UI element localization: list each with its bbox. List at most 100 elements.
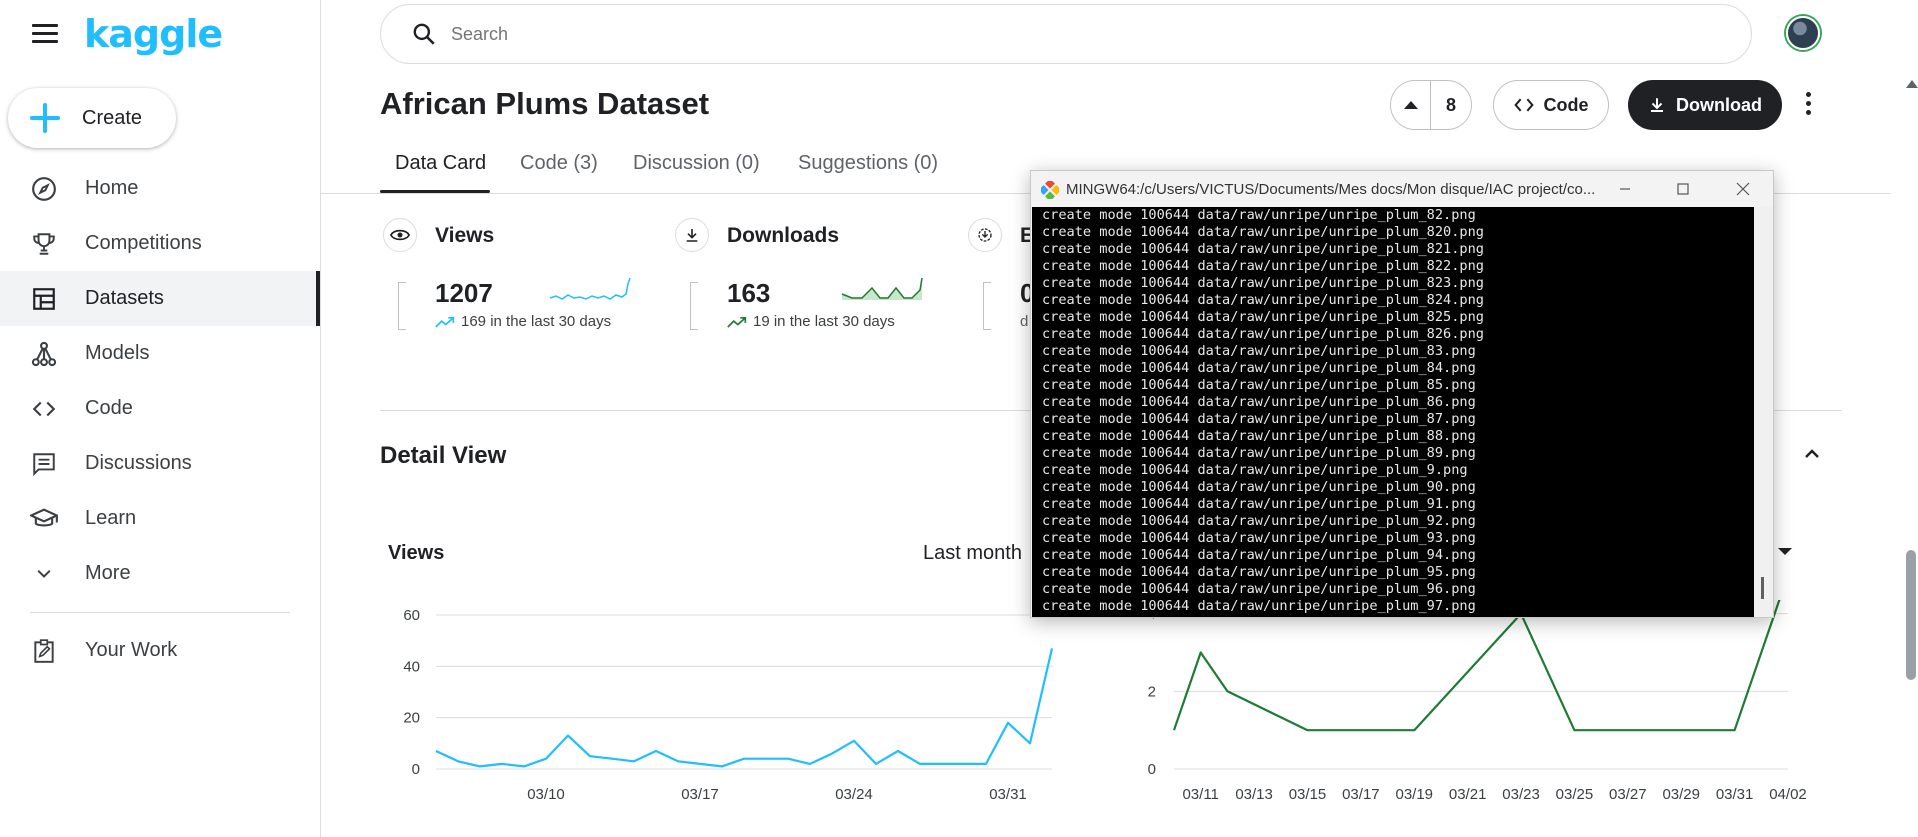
sidebar-item-datasets[interactable]: Datasets: [0, 271, 320, 326]
tab-suggestions[interactable]: Suggestions (0): [798, 152, 938, 175]
y-tick-label: 0: [412, 761, 420, 778]
views-recent: 169 in the last 30 days: [435, 313, 611, 330]
terminal-line: create mode 100644 data/raw/unripe/unrip…: [1042, 598, 1476, 614]
x-tick-label: 03/17: [1342, 786, 1380, 803]
terminal-titlebar[interactable]: MINGW64:/c/Users/VICTUS/Documents/Mes do…: [1031, 171, 1773, 207]
x-tick-label: 03/11: [1182, 786, 1218, 803]
create-label: Create: [82, 106, 143, 129]
terminal-line: create mode 100644 data/raw/unripe/unrip…: [1042, 258, 1484, 274]
code-icon: [1513, 98, 1534, 112]
detail-view-title: Detail View: [380, 442, 507, 469]
school-icon: [30, 505, 58, 533]
x-tick-label: 03/17: [681, 786, 719, 803]
views-total: 1207: [435, 278, 493, 308]
page-scrollbar-thumb[interactable]: [1906, 550, 1916, 680]
tab-discussion[interactable]: Discussion (0): [633, 152, 760, 175]
x-tick-label: 03/24: [835, 786, 873, 803]
terminal-line: create mode 100644 data/raw/unripe/unrip…: [1042, 428, 1476, 444]
sidebar-item-your-work[interactable]: Your Work: [0, 623, 320, 678]
git-icon: [1041, 181, 1059, 199]
upvote-count: 8: [1445, 94, 1456, 115]
menu-icon[interactable]: [32, 24, 58, 44]
sidebar-item-competitions[interactable]: Competitions: [0, 216, 320, 271]
y-tick-label: 20: [403, 710, 420, 727]
downloads-stat-title: Downloads: [727, 224, 840, 247]
x-tick-label: 03/31: [1716, 786, 1754, 803]
sidebar-item-learn[interactable]: Learn: [0, 491, 320, 546]
series-line: [1172, 600, 1781, 732]
upvote-widget[interactable]: 8: [1390, 80, 1472, 130]
terminal-line: create mode 100644 data/raw/unripe/unrip…: [1042, 207, 1476, 223]
search-icon: [413, 23, 435, 45]
sidebar-item-code[interactable]: Code: [0, 381, 320, 436]
maximize-icon[interactable]: [1673, 179, 1693, 199]
y-tick-label: 0: [1148, 761, 1156, 778]
views-stat-title: Views: [435, 224, 495, 247]
more-options-icon[interactable]: [1806, 92, 1814, 118]
sidebar-item-models[interactable]: Models: [0, 326, 320, 381]
minimize-icon[interactable]: [1615, 179, 1635, 199]
x-tick-label: 03/21: [1449, 786, 1487, 803]
terminal-scrollbar-thumb[interactable]: [1761, 577, 1764, 599]
close-icon[interactable]: [1733, 179, 1753, 199]
download-button[interactable]: Download: [1628, 80, 1782, 130]
x-tick-label: 03/10: [527, 786, 565, 803]
terminal-output[interactable]: create mode 100644 data/raw/unripe/unrip…: [1032, 207, 1754, 617]
terminal-line: create mode 100644 data/raw/unripe/unrip…: [1042, 326, 1484, 342]
dropdown-arrow-icon[interactable]: [1778, 548, 1792, 555]
downloads-total: 163: [727, 278, 771, 308]
engagement-sub: d: [1020, 313, 1029, 330]
terminal-title: MINGW64:/c/Users/VICTUS/Documents/Mes do…: [1066, 181, 1596, 198]
y-tick-label: 2: [1148, 683, 1156, 700]
terminal-line: create mode 100644 data/raw/unripe/unrip…: [1042, 224, 1484, 240]
download-icon: [1651, 98, 1663, 112]
terminal-line: create mode 100644 data/raw/unripe/unrip…: [1042, 496, 1476, 512]
terminal-window[interactable]: MINGW64:/c/Users/VICTUS/Documents/Mes do…: [1030, 170, 1774, 618]
x-tick-label: 03/13: [1235, 786, 1273, 803]
kaggle-logo[interactable]: kaggle: [84, 12, 223, 56]
scroll-up-arrow[interactable]: [1906, 80, 1918, 88]
terminal-line: create mode 100644 data/raw/unripe/unrip…: [1042, 462, 1468, 478]
search-input[interactable]: [451, 23, 1451, 45]
x-tick-label: 03/23: [1502, 786, 1540, 803]
range-selector[interactable]: Last month: [923, 542, 1022, 565]
page-title: African Plums Dataset: [380, 86, 710, 121]
search-bar[interactable]: [380, 4, 1752, 64]
terminal-line: create mode 100644 data/raw/unripe/unrip…: [1042, 343, 1476, 359]
upvote-button[interactable]: [1391, 81, 1431, 129]
downloads-sparkline: [841, 277, 923, 300]
terminal-line: create mode 100644 data/raw/unripe/unrip…: [1042, 309, 1484, 325]
avatar[interactable]: [1786, 16, 1820, 50]
terminal-scrollbar[interactable]: [1754, 207, 1773, 617]
download-circle-icon: [675, 218, 709, 252]
sidebar-item-label: Code: [85, 397, 133, 419]
y-tick-label: 60: [403, 607, 420, 624]
triangle-up-icon: [1403, 101, 1418, 109]
download-button-label: Download: [1676, 94, 1762, 115]
terminal-line: create mode 100644 data/raw/unripe/unrip…: [1042, 411, 1476, 427]
sidebar-item-label: Discussions: [85, 452, 192, 474]
chevron-up-icon[interactable]: [1804, 446, 1820, 462]
sidebar-item-more[interactable]: More: [0, 546, 320, 601]
sidebar-item-label: Models: [85, 342, 150, 364]
create-button[interactable]: Create: [8, 88, 176, 148]
terminal-line: create mode 100644 data/raw/unripe/unrip…: [1042, 530, 1476, 546]
tab-code[interactable]: Code (3): [520, 152, 598, 175]
terminal-line: create mode 100644 data/raw/unripe/unrip…: [1042, 513, 1476, 529]
models-icon: [30, 340, 58, 368]
terminal-line: create mode 100644 data/raw/unripe/unrip…: [1042, 360, 1476, 376]
engagement-icon: [968, 218, 1002, 252]
sidebar-item-home[interactable]: Home: [0, 161, 320, 216]
code-button[interactable]: Code: [1493, 80, 1609, 130]
eye-icon: [383, 218, 417, 252]
sidebar-item-label: Competitions: [85, 232, 202, 254]
stat-bracket: [983, 282, 991, 330]
chevron-down-icon: [30, 560, 58, 588]
views-chart: 0 20 40 60 03/10 03/17 03/24 03/31: [403, 607, 1054, 803]
terminal-line: create mode 100644 data/raw/unripe/unrip…: [1042, 445, 1476, 461]
sidebar-item-discussions[interactable]: Discussions: [0, 436, 320, 491]
x-tick-label: 04/02: [1769, 786, 1807, 803]
terminal-line: create mode 100644 data/raw/unripe/unrip…: [1042, 564, 1476, 580]
sidebar-item-label: Datasets: [85, 287, 164, 309]
tab-data-card[interactable]: Data Card: [395, 152, 486, 175]
